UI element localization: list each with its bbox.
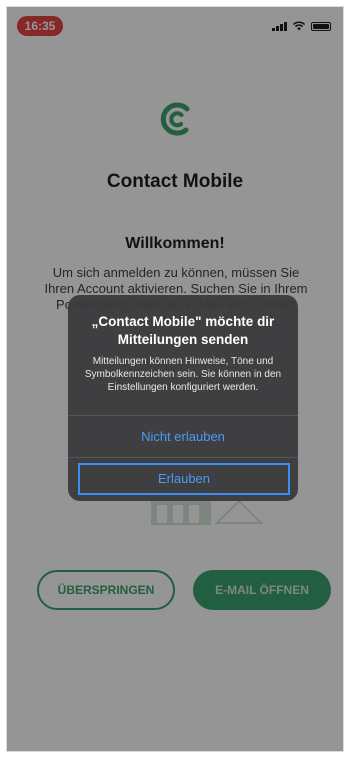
alert-message: Mitteilungen können Hinweise, Töne und S… [84,356,282,393]
notification-permission-alert: „Contact Mobile" möchte dir Mitteilungen… [68,295,298,501]
app-screen: 16:35 Contact Mobile Willkommen! Um sich… [6,6,344,752]
allow-button[interactable]: Erlauben [78,463,290,495]
deny-button[interactable]: Nicht erlauben [68,416,298,457]
alert-divider [68,457,298,458]
alert-title: „Contact Mobile" möchte dir Mitteilungen… [91,314,275,347]
